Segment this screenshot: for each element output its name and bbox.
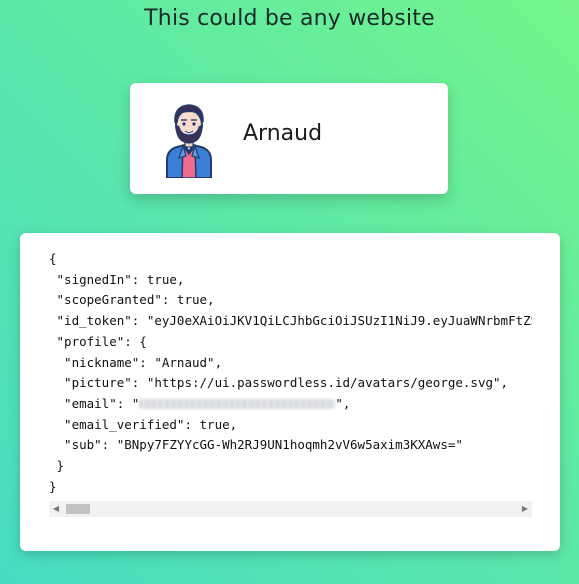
json-line: } bbox=[49, 478, 57, 494]
json-email-key: "email": " bbox=[49, 395, 140, 411]
json-line: "email_verified": true, bbox=[49, 416, 238, 432]
horizontal-scrollbar[interactable]: ◀ ▶ bbox=[49, 501, 532, 517]
json-line: } bbox=[49, 458, 65, 474]
scroll-right-arrow-icon[interactable]: ▶ bbox=[518, 501, 532, 517]
json-line-email: "email": " ", bbox=[49, 394, 532, 415]
scroll-left-arrow-icon[interactable]: ◀ bbox=[49, 501, 63, 517]
json-line: "id_token": "eyJ0eXAiOiJKV1QiLCJhbGciOiJ… bbox=[56, 313, 532, 329]
json-code-block: { "signedIn": true, "scopeGranted": true… bbox=[49, 249, 532, 499]
json-line: "picture": "https://ui.passwordless.id/a… bbox=[49, 375, 509, 391]
json-line: "scopeGranted": true, bbox=[49, 292, 215, 308]
json-output-panel: { "signedIn": true, "scopeGranted": true… bbox=[20, 233, 560, 551]
bearded-man-avatar-icon bbox=[163, 100, 215, 179]
profile-name: Arnaud bbox=[243, 121, 323, 146]
json-line: "nickname": "Arnaud", bbox=[49, 354, 223, 370]
json-line: "signedIn": true, bbox=[49, 271, 185, 287]
json-line: "sub": "BNpy7FZYYcGG-Wh2RJ9UN1hoqmh2vV6w… bbox=[49, 437, 463, 453]
json-line: { bbox=[49, 251, 57, 266]
json-line: "profile": { bbox=[49, 333, 147, 349]
redacted-email-value bbox=[139, 399, 336, 410]
json-email-suffix: ", bbox=[335, 395, 351, 411]
scrollbar-thumb[interactable] bbox=[66, 504, 90, 514]
profile-card: Arnaud bbox=[130, 83, 448, 194]
page-title: This could be any website bbox=[144, 6, 435, 31]
